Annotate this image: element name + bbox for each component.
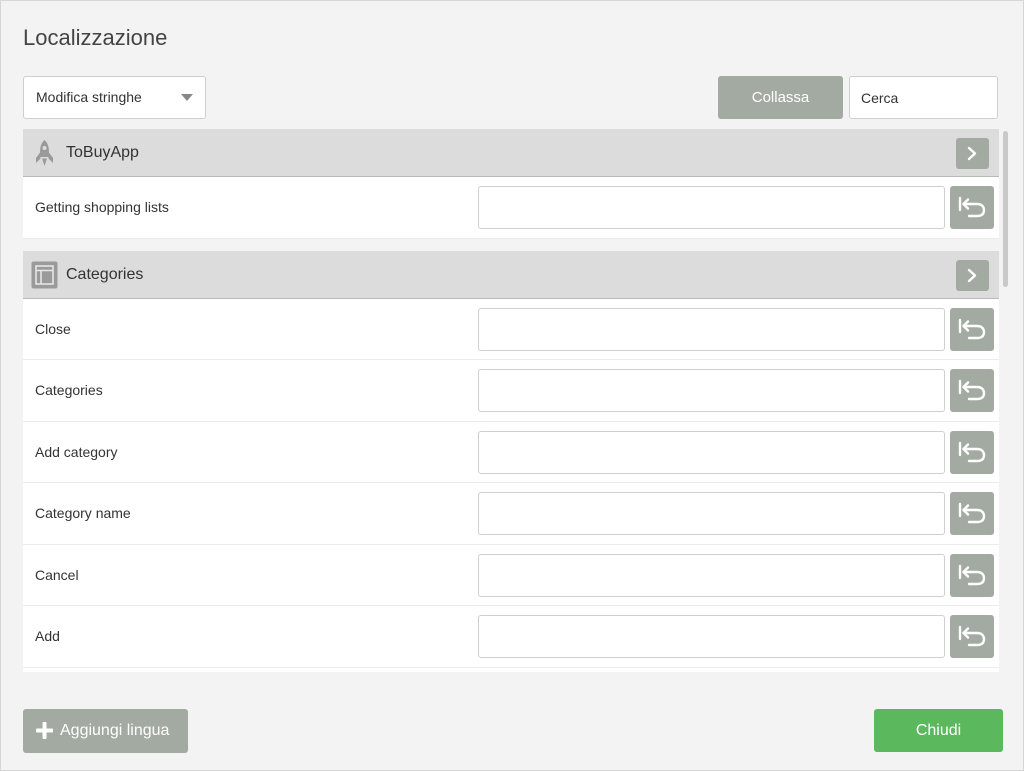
- undo-icon: [958, 379, 986, 401]
- string-key: Add category: [35, 443, 118, 460]
- chevron-right-icon: [967, 146, 977, 161]
- undo-icon: [958, 564, 986, 585]
- string-row: Category name: [23, 483, 999, 545]
- translation-input[interactable]: [478, 369, 945, 412]
- string-key: Cancel: [35, 566, 79, 583]
- chevron-right-icon: [967, 268, 977, 282]
- undo-icon: [958, 196, 986, 218]
- expand-group-button[interactable]: [956, 259, 989, 291]
- add-language-label: Aggiungi lingua: [60, 722, 170, 739]
- undo-icon: [958, 441, 986, 462]
- reset-translation-button[interactable]: [950, 307, 994, 351]
- reset-translation-button[interactable]: [950, 615, 994, 658]
- translation-input[interactable]: [478, 553, 945, 597]
- localization-dialog: Localizzazione Modifica stringhe Collass…: [0, 0, 1024, 771]
- dialog-title: Localizzazione: [23, 25, 168, 50]
- string-row: Close: [23, 298, 999, 360]
- list-scrollbar[interactable]: [1003, 131, 1008, 287]
- expand-group-button[interactable]: [956, 138, 989, 169]
- collapse-button[interactable]: Collassa: [718, 76, 843, 119]
- group-title: ToBuyApp: [66, 144, 139, 161]
- string-row: Getting shopping lists: [23, 177, 999, 239]
- search-input[interactable]: [849, 76, 998, 119]
- reset-translation-button[interactable]: [950, 430, 994, 474]
- add-language-button[interactable]: Aggiungi lingua: [23, 709, 188, 753]
- group-spacer: [23, 238, 999, 251]
- string-row: Add: [23, 606, 999, 668]
- rocket-icon: [31, 139, 58, 167]
- close-button[interactable]: Chiudi: [874, 709, 1003, 752]
- reset-translation-button[interactable]: [950, 553, 994, 597]
- translation-input[interactable]: [478, 307, 945, 351]
- mode-select-value: Modifica stringhe: [36, 89, 142, 105]
- translation-input[interactable]: [478, 430, 945, 474]
- string-row: Add category: [23, 421, 999, 483]
- string-key: Add: [35, 628, 60, 644]
- reset-translation-button[interactable]: [950, 492, 994, 535]
- group-title: Categories: [66, 265, 144, 283]
- reset-translation-button[interactable]: [950, 186, 994, 229]
- undo-icon: [958, 625, 986, 647]
- mode-select[interactable]: Modifica stringhe: [23, 76, 206, 119]
- layout-icon: [31, 261, 58, 289]
- reset-translation-button[interactable]: [950, 369, 994, 412]
- string-key: Close: [35, 320, 71, 337]
- strings-list: ToBuyApp Getting shopping lists Categori…: [23, 129, 999, 672]
- string-row-partial: [23, 667, 999, 672]
- group-header-categories: Categories: [23, 250, 999, 299]
- undo-icon: [958, 318, 986, 339]
- undo-icon: [958, 502, 986, 524]
- translation-input[interactable]: [478, 186, 945, 229]
- string-key: Categories: [35, 382, 103, 398]
- string-row: Categories: [23, 360, 999, 422]
- translation-input[interactable]: [478, 492, 945, 535]
- chevron-down-icon: [181, 94, 193, 101]
- string-row: Cancel: [23, 544, 999, 606]
- string-key: Category name: [35, 505, 131, 521]
- group-header-tobuyapp: ToBuyApp: [23, 129, 999, 177]
- translation-input[interactable]: [478, 615, 945, 658]
- string-key: Getting shopping lists: [35, 199, 169, 215]
- plus-icon: [36, 722, 53, 739]
